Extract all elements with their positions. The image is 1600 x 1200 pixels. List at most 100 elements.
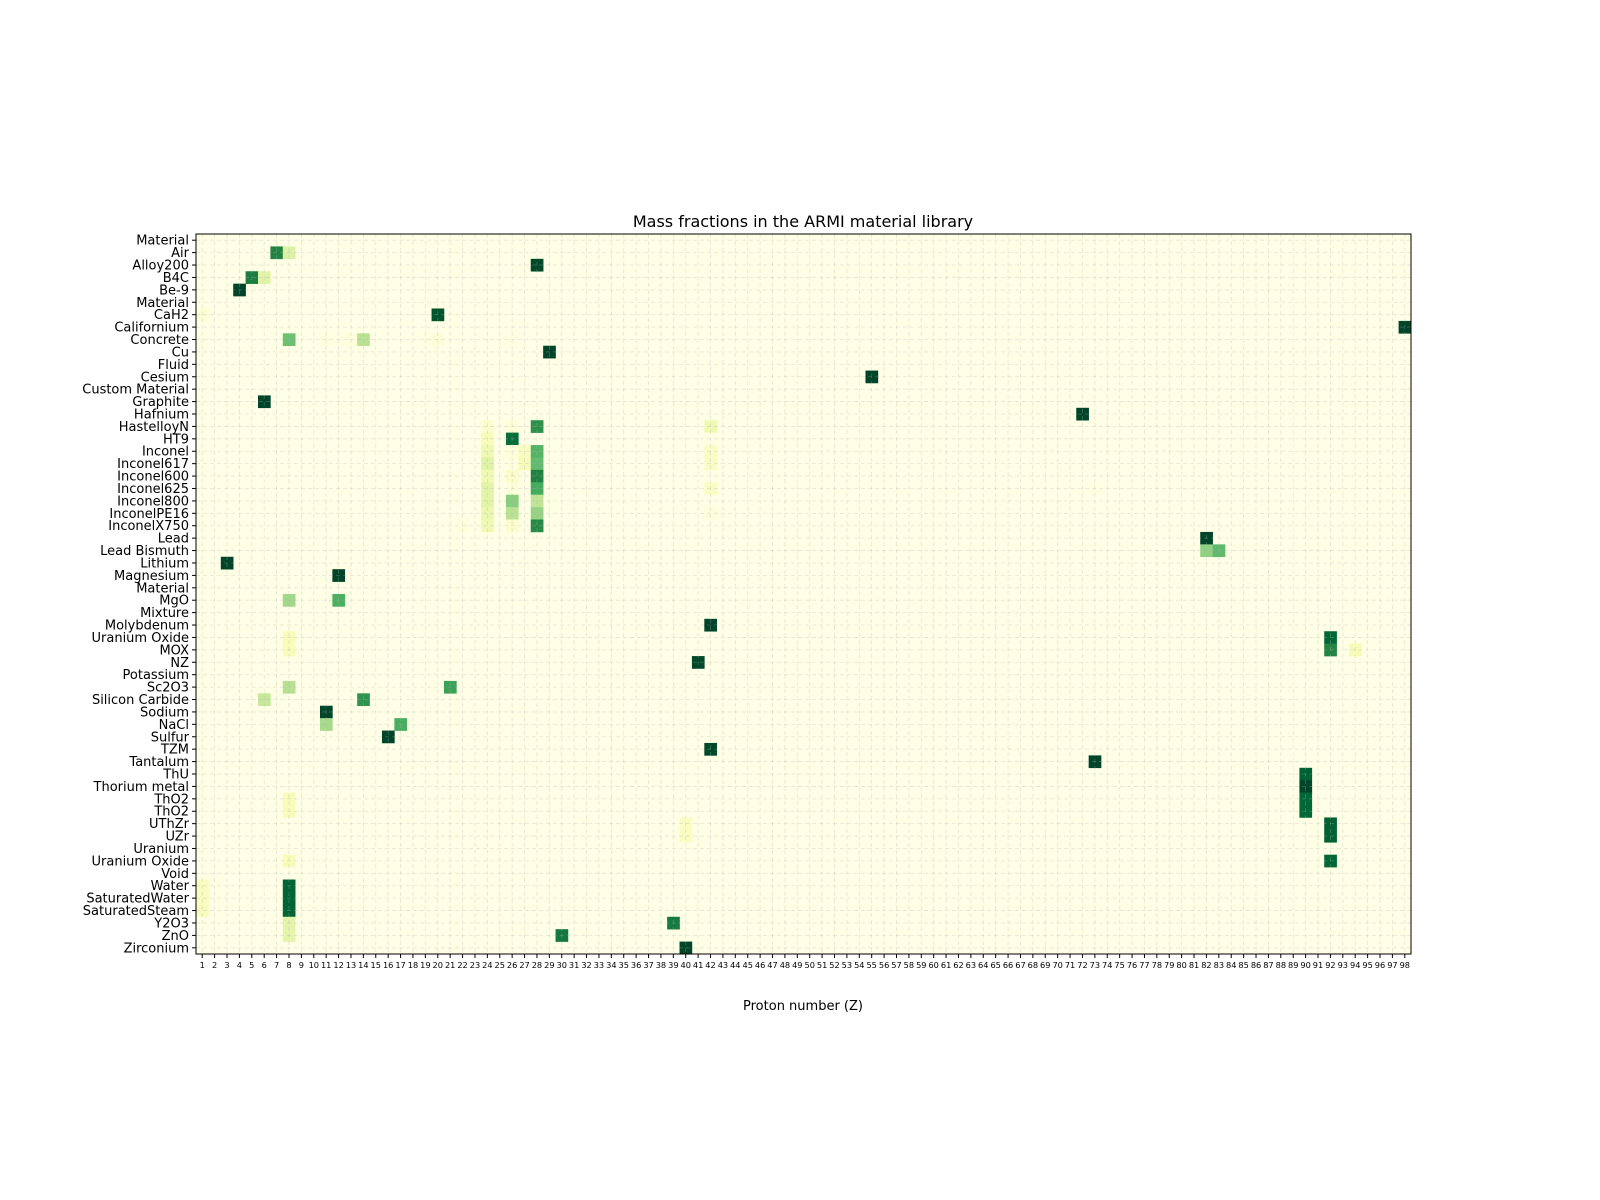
x-tick-label: 5 xyxy=(249,960,254,970)
x-tick-label: 10 xyxy=(309,960,319,970)
x-tick-label: 66 xyxy=(1003,960,1013,970)
x-tick-label: 2 xyxy=(212,960,217,970)
x-tick-label: 53 xyxy=(842,960,852,970)
x-tick-label: 24 xyxy=(482,960,492,970)
x-tick-label: 85 xyxy=(1238,960,1248,970)
x-tick-label: 43 xyxy=(718,960,728,970)
x-tick-label: 91 xyxy=(1313,960,1323,970)
x-tick-label: 61 xyxy=(941,960,951,970)
x-tick-label: 95 xyxy=(1362,960,1372,970)
x-tick-label: 78 xyxy=(1152,960,1162,970)
x-tick-label: 84 xyxy=(1226,960,1236,970)
x-tick-label: 7 xyxy=(274,960,279,970)
x-tick-label: 14 xyxy=(358,960,368,970)
x-tick-label: 89 xyxy=(1288,960,1298,970)
x-tick-label: 33 xyxy=(594,960,604,970)
y-axis: MaterialAirAlloy200B4CBe-9MaterialCaH2Ca… xyxy=(82,234,196,956)
x-tick-label: 79 xyxy=(1164,960,1174,970)
x-tick-label: 30 xyxy=(557,960,567,970)
x-tick-label: 44 xyxy=(730,960,740,970)
x-tick-label: 69 xyxy=(1040,960,1050,970)
x-tick-label: 56 xyxy=(879,960,889,970)
x-tick-label: 40 xyxy=(681,960,691,970)
x-tick-label: 51 xyxy=(817,960,827,970)
plot-background xyxy=(196,234,1411,954)
x-tick-label: 81 xyxy=(1189,960,1199,970)
x-tick-label: 77 xyxy=(1139,960,1149,970)
x-tick-label: 60 xyxy=(928,960,938,970)
x-tick-label: 47 xyxy=(767,960,777,970)
x-tick-label: 90 xyxy=(1300,960,1310,970)
x-tick-label: 72 xyxy=(1077,960,1087,970)
x-tick-label: 41 xyxy=(693,960,703,970)
x-tick-label: 9 xyxy=(299,960,304,970)
x-tick-label: 38 xyxy=(656,960,666,970)
x-tick-label: 21 xyxy=(445,960,455,970)
x-tick-label: 96 xyxy=(1375,960,1385,970)
x-tick-label: 46 xyxy=(755,960,765,970)
x-tick-label: 52 xyxy=(829,960,839,970)
x-tick-label: 12 xyxy=(333,960,343,970)
x-tick-label: 36 xyxy=(631,960,641,970)
x-tick-label: 1 xyxy=(200,960,205,970)
x-tick-label: 37 xyxy=(643,960,653,970)
x-tick-label: 4 xyxy=(237,960,242,970)
x-tick-label: 23 xyxy=(470,960,480,970)
x-tick-label: 48 xyxy=(780,960,790,970)
x-tick-label: 68 xyxy=(1028,960,1038,970)
x-tick-label: 17 xyxy=(395,960,405,970)
x-tick-label: 19 xyxy=(420,960,430,970)
x-tick-label: 93 xyxy=(1338,960,1348,970)
x-tick-label: 3 xyxy=(224,960,229,970)
heatmap-chart: Mass fractions in the ARMI material libr… xyxy=(82,212,1412,1014)
x-tick-label: 70 xyxy=(1052,960,1062,970)
x-tick-label: 67 xyxy=(1015,960,1025,970)
x-tick-label: 39 xyxy=(668,960,678,970)
x-tick-label: 49 xyxy=(792,960,802,970)
x-tick-label: 58 xyxy=(904,960,914,970)
x-tick-label: 50 xyxy=(804,960,814,970)
x-tick-label: 64 xyxy=(978,960,988,970)
x-tick-label: 74 xyxy=(1102,960,1112,970)
x-tick-label: 83 xyxy=(1214,960,1224,970)
x-tick-label: 11 xyxy=(321,960,331,970)
x-tick-label: 86 xyxy=(1251,960,1261,970)
x-tick-label: 73 xyxy=(1090,960,1100,970)
x-tick-label: 26 xyxy=(507,960,517,970)
x-tick-label: 55 xyxy=(866,960,876,970)
x-tick-label: 13 xyxy=(346,960,356,970)
x-tick-label: 88 xyxy=(1276,960,1286,970)
x-tick-label: 6 xyxy=(262,960,267,970)
x-tick-label: 76 xyxy=(1127,960,1137,970)
x-tick-label: 35 xyxy=(619,960,629,970)
x-tick-label: 98 xyxy=(1400,960,1410,970)
x-tick-label: 25 xyxy=(495,960,505,970)
x-tick-label: 57 xyxy=(891,960,901,970)
y-tick-label: Zirconium xyxy=(124,941,189,956)
x-axis-label: Proton number (Z) xyxy=(743,999,863,1014)
x-tick-label: 29 xyxy=(544,960,554,970)
x-tick-label: 15 xyxy=(371,960,381,970)
x-tick-label: 42 xyxy=(705,960,715,970)
x-tick-label: 8 xyxy=(286,960,291,970)
x-axis: 1 2 3 4 5 6 7 8 9 10 11 12 13 14 15 16 17 18 19 20 21 22 23 24 2… xyxy=(200,954,1410,970)
x-tick-label: 94 xyxy=(1350,960,1360,970)
x-tick-label: 32 xyxy=(581,960,591,970)
x-tick-label: 80 xyxy=(1176,960,1186,970)
x-tick-label: 18 xyxy=(408,960,418,970)
x-tick-label: 34 xyxy=(606,960,616,970)
x-tick-label: 82 xyxy=(1201,960,1211,970)
x-tick-label: 71 xyxy=(1065,960,1075,970)
x-tick-label: 92 xyxy=(1325,960,1335,970)
x-tick-label: 27 xyxy=(519,960,529,970)
x-tick-label: 59 xyxy=(916,960,926,970)
x-tick-label: 22 xyxy=(457,960,467,970)
x-tick-label: 87 xyxy=(1263,960,1273,970)
x-tick-label: 45 xyxy=(742,960,752,970)
chart-title: Mass fractions in the ARMI material libr… xyxy=(633,212,973,231)
x-tick-label: 20 xyxy=(433,960,443,970)
x-tick-label: 75 xyxy=(1114,960,1124,970)
x-tick-label: 28 xyxy=(532,960,542,970)
x-tick-label: 63 xyxy=(966,960,976,970)
x-tick-label: 62 xyxy=(953,960,963,970)
